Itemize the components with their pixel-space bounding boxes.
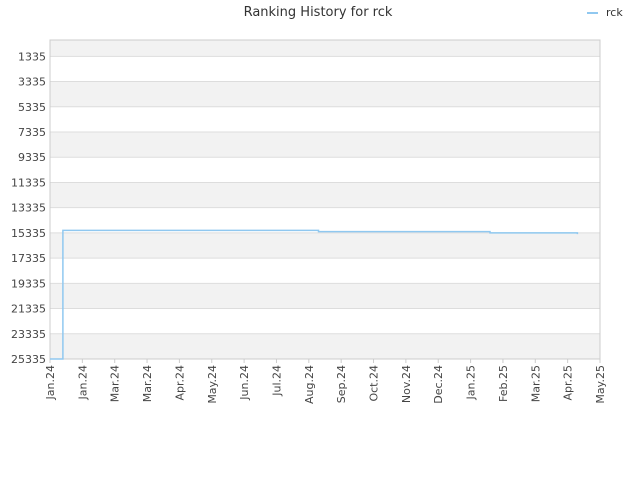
legend[interactable]: rck [587, 6, 623, 19]
y-tick-label: 1335 [18, 50, 46, 63]
y-tick-label: 13335 [11, 202, 46, 215]
plot-band [50, 131, 600, 158]
plot-band [50, 283, 600, 309]
plot-band [50, 182, 600, 208]
plot-bands [50, 40, 600, 359]
plot-band [50, 40, 600, 57]
x-tick-label: Aug.24 [303, 365, 316, 404]
y-tick-label: 23335 [11, 328, 46, 341]
x-tick-label: Apr.25 [562, 365, 575, 401]
y-tick-label: 19335 [11, 277, 46, 290]
y-tick-label: 7335 [18, 126, 46, 139]
y-tick-label: 21335 [11, 303, 46, 316]
x-tick-label: Sep.24 [335, 365, 348, 403]
ranking-chart: Ranking History for rck 1335 3335 5335 7335… [11, 5, 623, 404]
x-tick-label: Jan.24 [44, 365, 57, 400]
y-tick-label: 5335 [18, 101, 46, 114]
x-tick-label: Oct.24 [368, 365, 381, 402]
chart-title: Ranking History for rck [244, 5, 393, 20]
x-tick-label: Feb.25 [497, 365, 510, 402]
y-tick-label: 3335 [18, 76, 46, 89]
plot-band [50, 81, 600, 107]
x-tick-label: Apr.24 [173, 365, 186, 401]
x-tick-label: Jul.24 [270, 365, 283, 397]
x-tick-label: May.25 [594, 365, 607, 404]
x-tick-label: Mar.24 [141, 365, 154, 402]
x-tick-label: Mar.24 [109, 365, 122, 402]
y-tick-label: 25335 [11, 353, 46, 366]
x-tick-label: Mar.25 [529, 365, 542, 402]
x-tick-label: Jan.24 [76, 365, 89, 400]
x-tick-label: Dec.24 [432, 365, 445, 404]
y-tick-label: 17335 [11, 252, 46, 265]
legend-label-rck: rck [606, 6, 623, 19]
x-tick-label: Nov.24 [400, 365, 413, 403]
x-tick-label: Jun.24 [238, 365, 251, 401]
x-axis-ticks: Jan.24 Jan.24 Mar.24 Mar.24 Apr.24 May.24 Jun.… [44, 359, 607, 404]
x-tick-label: Jan.25 [465, 365, 478, 400]
plot-band [50, 333, 600, 359]
y-tick-label: 15335 [11, 227, 46, 240]
y-tick-label: 11335 [11, 176, 46, 189]
y-tick-label: 9335 [18, 151, 46, 164]
plot-band [50, 232, 600, 259]
y-axis-ticks: 1335 3335 5335 7335 9335 11335 13335 15335 17335… [11, 50, 46, 366]
x-tick-label: May.24 [206, 365, 219, 404]
